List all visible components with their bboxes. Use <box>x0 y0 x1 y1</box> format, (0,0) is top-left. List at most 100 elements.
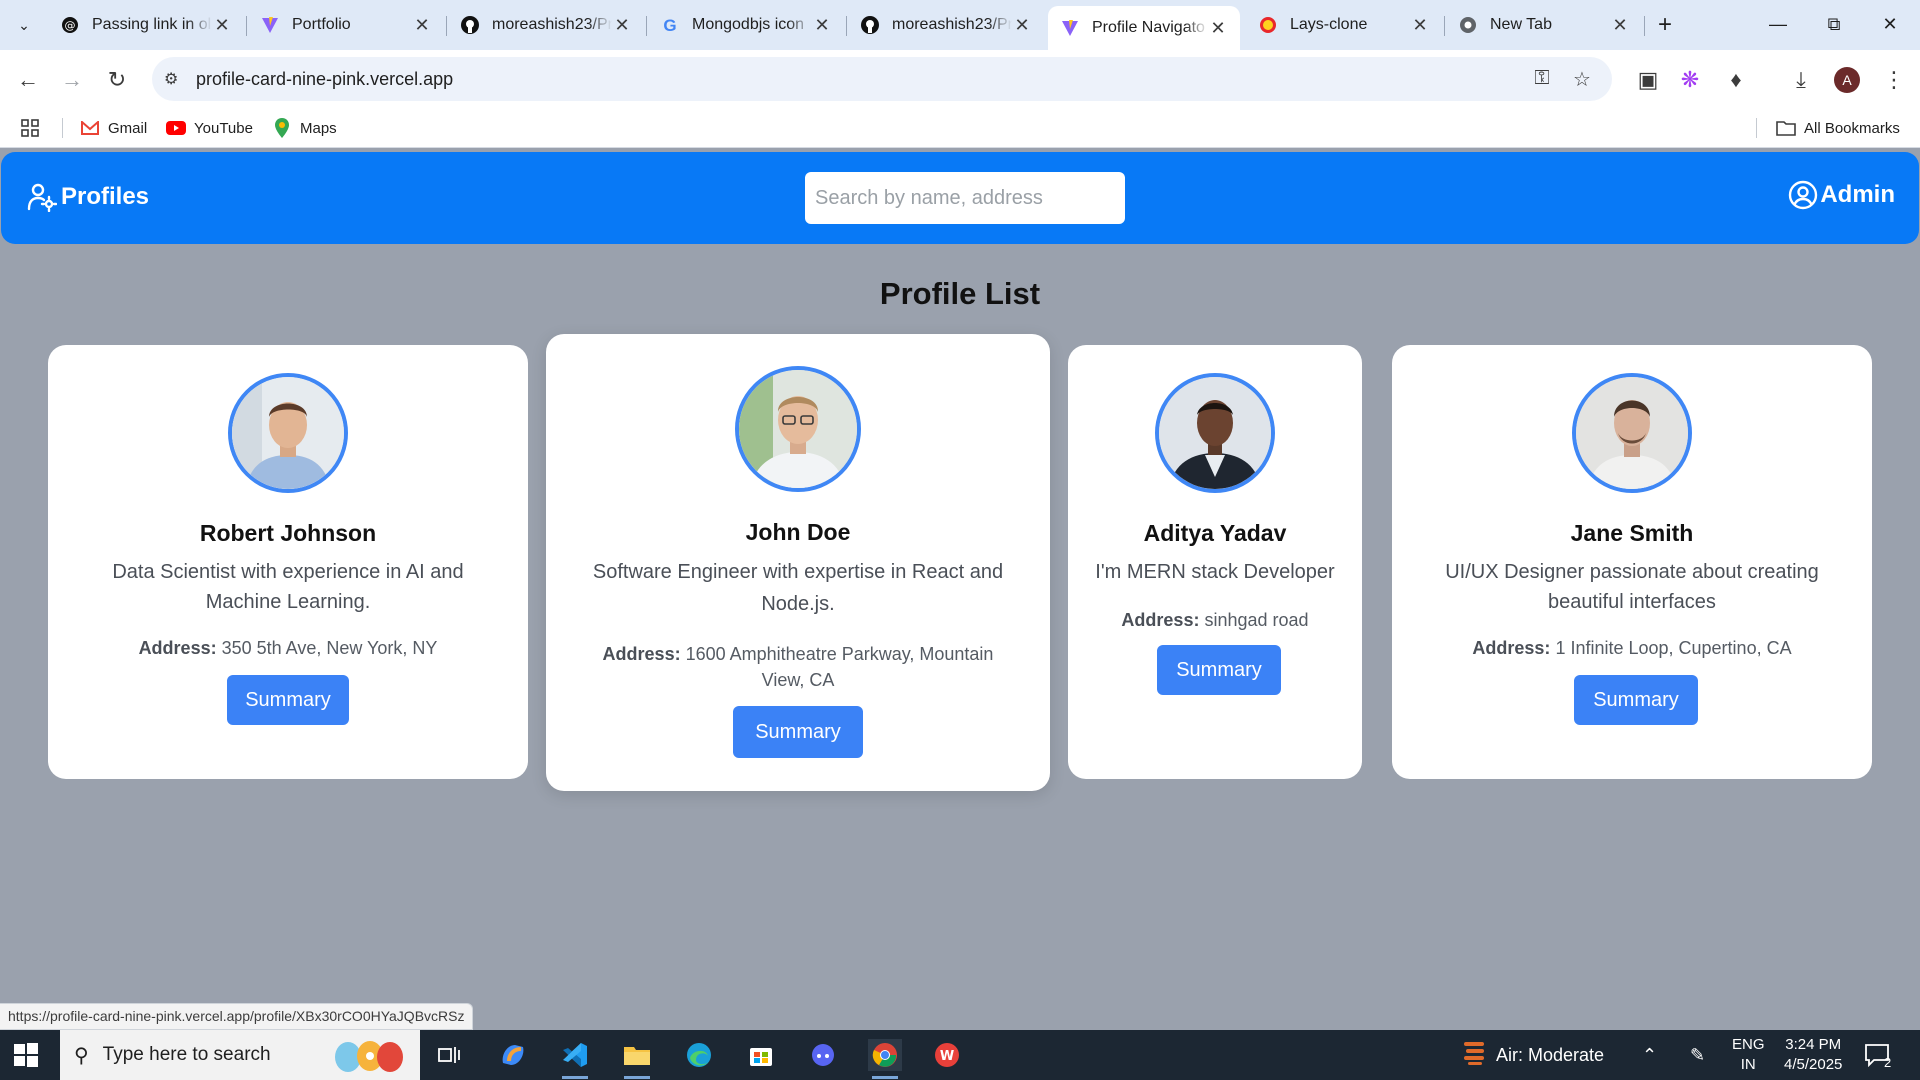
address-bar[interactable]: ⚙ profile-card-nine-pink.vercel.app ⚿ ☆ <box>152 57 1612 101</box>
close-tab-icon[interactable]: ✕ <box>412 15 432 36</box>
clock-time: 3:24 PM <box>1785 1036 1842 1053</box>
tab-1[interactable]: @ Passing link in ol ✕ <box>48 6 244 44</box>
summary-button[interactable]: Summary <box>227 675 349 725</box>
windows-start-icon[interactable] <box>14 1043 38 1067</box>
close-tab-icon[interactable]: ✕ <box>612 15 632 36</box>
bookmark-star-icon[interactable]: ☆ <box>1570 67 1594 91</box>
profile-name: Jane Smith <box>1570 520 1694 546</box>
tab-title: Passing link in ol <box>92 16 212 33</box>
chrome-taskbar-icon[interactable] <box>868 1039 902 1079</box>
folder-icon <box>1776 118 1796 138</box>
profile-card: John Doe Software Engineer with expertis… <box>546 334 1050 791</box>
new-tab-plus-icon[interactable]: + <box>1650 10 1680 40</box>
tab-8[interactable]: New Tab ✕ <box>1446 6 1642 44</box>
youtube-icon <box>166 118 186 138</box>
download-icon[interactable]: ⤓ <box>1785 64 1817 96</box>
profile-avatar[interactable]: A <box>1834 67 1860 93</box>
close-tab-icon[interactable]: ✕ <box>1610 15 1630 36</box>
github-icon <box>860 15 880 35</box>
brand-link[interactable]: Profiles <box>27 182 149 212</box>
bookmark-label: YouTube <box>194 119 253 137</box>
file-explorer-icon[interactable] <box>620 1039 654 1079</box>
tab-search-chevron-icon[interactable]: ⌄ <box>10 11 38 39</box>
tray-chevron-up-icon[interactable]: ⌃ <box>1642 1030 1657 1080</box>
summary-button[interactable]: Summary <box>733 706 863 758</box>
close-tab-icon[interactable]: ✕ <box>212 15 232 36</box>
cast-icon[interactable]: ▣ <box>1632 64 1664 96</box>
tab-title: Profile Navigato <box>1092 19 1205 36</box>
apps-grid-icon[interactable] <box>20 116 40 140</box>
profile-description: UI/UX Designer passionate about creating… <box>1445 561 1819 613</box>
tab-separator <box>1644 16 1645 36</box>
vite-icon <box>1060 18 1080 38</box>
bookmark-maps[interactable]: Maps <box>272 116 337 140</box>
url-text[interactable]: profile-card-nine-pink.vercel.app <box>196 69 453 90</box>
vscode-icon[interactable] <box>558 1039 592 1079</box>
close-window-icon[interactable]: ✕ <box>1862 8 1918 40</box>
discord-icon[interactable] <box>806 1039 840 1071</box>
summary-button[interactable]: Summary <box>1574 675 1698 725</box>
profile-name: Aditya Yadav <box>1143 520 1287 546</box>
tab-7[interactable]: Lays-clone ✕ <box>1246 6 1442 44</box>
microsoft-store-icon[interactable] <box>744 1039 778 1071</box>
taskbar-search[interactable]: ⚲ Type here to search <box>60 1030 420 1080</box>
copilot-icon[interactable] <box>496 1039 530 1071</box>
notifications-icon[interactable]: 2 <box>1864 1030 1891 1080</box>
bookmark-youtube[interactable]: YouTube <box>166 116 253 140</box>
all-bookmarks[interactable]: All Bookmarks <box>1776 116 1900 140</box>
close-tab-icon[interactable]: ✕ <box>812 15 832 36</box>
profile-card: Robert Johnson Data Scientist with exper… <box>48 345 528 779</box>
address-value: 1 Infinite Loop, Cupertino, CA <box>1555 638 1792 658</box>
extensions-puzzle-icon[interactable]: ♦ <box>1720 64 1752 96</box>
back-arrow-icon[interactable]: ← <box>12 64 44 96</box>
svg-text:@: @ <box>65 19 76 32</box>
tab-3[interactable]: moreashish23/Pr ✕ <box>448 6 644 44</box>
brand-text: Profiles <box>61 183 150 210</box>
gmail-icon <box>80 118 100 138</box>
all-bookmarks-label: All Bookmarks <box>1804 119 1900 137</box>
reload-icon[interactable]: ↻ <box>101 64 133 96</box>
link-status-bar: https://profile-card-nine-pink.vercel.ap… <box>0 1003 474 1030</box>
forward-arrow-icon[interactable]: → <box>56 64 88 96</box>
edge-icon[interactable] <box>682 1039 716 1071</box>
pen-icon[interactable]: ✎ <box>1690 1030 1705 1080</box>
avatar <box>735 366 861 492</box>
bookmarks-bar: Gmail YouTube Maps All Bookmarks <box>0 108 1920 148</box>
bookmark-label: Maps <box>300 119 337 137</box>
tab-separator <box>446 16 447 36</box>
tab-2[interactable]: Portfolio ✕ <box>248 6 444 44</box>
minimize-icon[interactable]: — <box>1750 8 1806 40</box>
notifications-count: 2 <box>1884 1054 1892 1070</box>
tab-separator <box>846 16 847 36</box>
clock[interactable]: 3:24 PM 4/5/2025 <box>1784 1030 1842 1080</box>
tab-5[interactable]: moreashish23/Pr ✕ <box>848 6 1044 44</box>
svg-text:W: W <box>940 1049 954 1064</box>
site-info-icon[interactable]: ⚙ <box>164 69 184 89</box>
restore-icon[interactable]: ⧉ <box>1806 8 1862 40</box>
close-tab-icon[interactable]: ✕ <box>1410 15 1430 36</box>
extension-copilot-icon[interactable]: ❋ <box>1674 64 1706 96</box>
search-input[interactable] <box>805 172 1125 224</box>
close-tab-icon[interactable]: ✕ <box>1208 18 1228 39</box>
wps-office-icon[interactable]: W <box>930 1039 964 1071</box>
app-navbar: Profiles Admin <box>1 152 1919 244</box>
bookmark-gmail[interactable]: Gmail <box>80 116 147 140</box>
admin-link[interactable]: Admin <box>1788 180 1895 210</box>
close-tab-icon[interactable]: ✕ <box>1012 15 1032 36</box>
summary-button[interactable]: Summary <box>1157 645 1281 695</box>
weather-text: Air: Moderate <box>1496 1044 1605 1065</box>
task-view-icon[interactable] <box>432 1039 466 1071</box>
weather-widget[interactable]: Air: Moderate <box>1462 1030 1604 1080</box>
profile-card: Aditya Yadav I'm MERN stack Developer Ad… <box>1068 345 1362 779</box>
tab-4[interactable]: G Mongodbjs icon ✕ <box>648 6 844 44</box>
tab-active[interactable]: Profile Navigato ✕ <box>1048 6 1240 50</box>
tab-strip: ⌄ @ Passing link in ol ✕ Portfolio ✕ mor… <box>0 0 1920 50</box>
language-indicator[interactable]: ENG IN <box>1732 1030 1765 1080</box>
kebab-menu-icon[interactable]: ⋮ <box>1878 64 1910 96</box>
profile-name: Robert Johnson <box>199 520 377 546</box>
svg-text:G: G <box>663 16 676 34</box>
password-key-icon[interactable]: ⚿ <box>1530 67 1554 91</box>
google-icon: G <box>660 15 680 35</box>
user-circle-icon <box>1789 180 1818 210</box>
tab-title: Mongodbjs icon <box>692 16 805 33</box>
